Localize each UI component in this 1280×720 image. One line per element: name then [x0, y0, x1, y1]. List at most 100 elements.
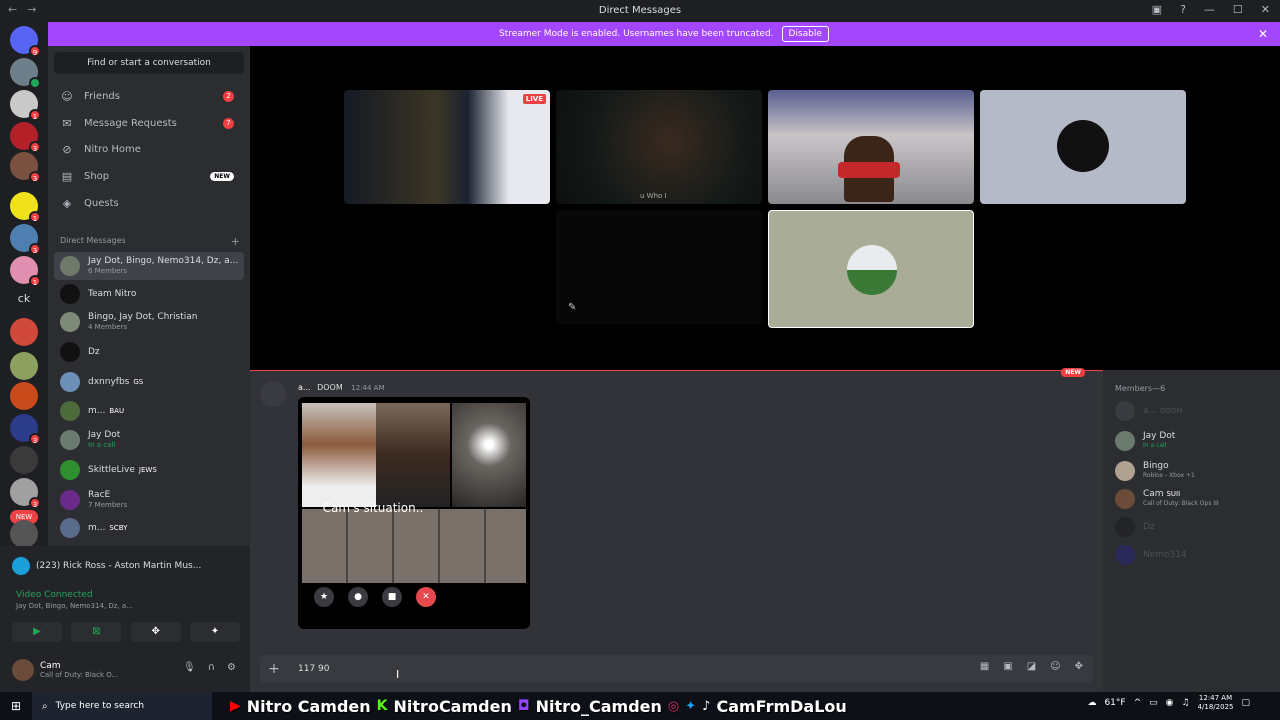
member-item[interactable]: Nemo314 [1115, 542, 1275, 568]
dm-item[interactable]: Bingo, Jay Dot, Christian 4 Members [54, 308, 244, 336]
message-composer[interactable]: + 117 90 ▦ ▣ ◪ ☺ ✥ [260, 655, 1093, 683]
voice-status[interactable]: Video Connected Jay Dot, Bingo, Nemo314,… [16, 590, 133, 610]
composer-input[interactable]: 117 90 [298, 664, 330, 674]
sticker-icon[interactable]: ◪ [1027, 661, 1036, 672]
video-tile[interactable]: u Who I [556, 90, 762, 204]
dm-item[interactable]: Team Nitro [54, 280, 244, 308]
gif-icon[interactable]: ▣ [1003, 661, 1012, 672]
nav-item-nitro-home[interactable]: ⊘ Nitro Home [54, 137, 244, 161]
close-window-icon[interactable]: ✕ [1261, 3, 1270, 16]
message-author[interactable]: a... [298, 383, 311, 392]
settings-gear-icon[interactable]: ⚙ [227, 662, 236, 673]
help-icon[interactable]: ? [1180, 3, 1186, 16]
dm-item[interactable]: Jay Dot In a call [54, 426, 244, 454]
user-panel[interactable]: Cam Call of Duty: Black O... 🎙 ∩ ⚙ [12, 656, 240, 684]
overlay-youtube-handle: Nitro Camden [246, 696, 371, 716]
weather-temp[interactable]: 61°F [1104, 698, 1125, 708]
headphones-icon[interactable]: ∩ [208, 662, 215, 673]
close-banner-icon[interactable]: ✕ [1258, 27, 1268, 41]
server-icon[interactable] [10, 382, 38, 410]
apps-icon[interactable]: ✥ [1075, 661, 1083, 672]
server-icon[interactable]: 1 [10, 90, 41, 121]
dm-sub: 6 Members [88, 267, 128, 275]
dm-name: dxnnyfbs [88, 377, 130, 387]
muted-mic-icon: ✎ [568, 302, 577, 313]
avatar[interactable] [260, 381, 286, 407]
microphone-icon[interactable]: 🎙 [183, 662, 196, 673]
server-icon[interactable]: 1 [10, 192, 41, 223]
server-icon[interactable] [10, 318, 38, 346]
server-icon[interactable]: 3 [10, 122, 41, 153]
nav-item-quests[interactable]: ◈ Quests [54, 191, 244, 215]
member-item[interactable]: Dz [1115, 514, 1275, 540]
nav-item-shop[interactable]: ▤ Shop NEW [54, 164, 244, 188]
new-messages-pill[interactable]: NEW [1061, 368, 1085, 377]
avatar [60, 256, 80, 276]
weather-icon[interactable]: ☁ [1087, 698, 1096, 708]
minimize-icon[interactable]: — [1204, 3, 1215, 16]
member-name: Cam [1143, 489, 1164, 499]
dm-sidebar: Find or start a conversation ☺ Friends 2… [48, 46, 250, 546]
find-conversation-button[interactable]: Find or start a conversation [54, 52, 244, 74]
dm-item[interactable]: Jay Dot, Bingo, Nemo314, Dz, a... 6 Membe… [54, 252, 244, 280]
server-icon[interactable] [10, 58, 41, 89]
screenshare-button[interactable]: ⊠ [71, 622, 122, 642]
activity-button[interactable]: ✥ [130, 622, 181, 642]
maximize-icon[interactable]: ☐ [1233, 3, 1243, 16]
taskbar-search[interactable]: ⌕ Type here to search [32, 692, 212, 720]
member-item[interactable]: Jay Dot In a call [1115, 428, 1275, 454]
dm-item[interactable]: Dz [54, 338, 244, 366]
emoji-icon[interactable]: ☺ [1050, 661, 1060, 672]
server-icon[interactable]: 3 [10, 224, 41, 255]
member-item[interactable]: Bingo Roblox - Xbox +1 [1115, 458, 1275, 484]
taskbar-clock[interactable]: 12:47 AM 4/18/2025 [1198, 694, 1234, 712]
window-titlebar: ← → Direct Messages ▣ ? — ☐ ✕ [0, 0, 1280, 22]
server-icon[interactable]: 3 [10, 478, 41, 509]
member-item[interactable]: a... DOOM [1115, 398, 1275, 424]
network-icon[interactable]: ◉ [1166, 698, 1174, 708]
discord-home-icon[interactable]: 9 [10, 26, 41, 57]
avatar-tile[interactable] [768, 210, 974, 328]
server-icon[interactable]: 3 [10, 152, 41, 183]
create-dm-plus-icon[interactable]: + [231, 235, 240, 248]
inbox-icon[interactable]: ▣ [1152, 3, 1162, 16]
clan-tag: GS [133, 378, 144, 386]
video-tile[interactable] [768, 90, 974, 204]
nav-item-label: Quests [84, 197, 119, 209]
dm-item[interactable]: m... SCBY [54, 514, 244, 542]
avatar-tile[interactable] [980, 90, 1186, 204]
message-image-attachment[interactable]: Cam's situation.. ★ ● ■ ✕ [298, 397, 530, 629]
nav-item-friends[interactable]: ☺ Friends 2 [54, 84, 244, 108]
server-icon[interactable] [10, 352, 38, 380]
server-icon[interactable]: 1 [10, 256, 41, 287]
taskbar-search-placeholder: Type here to search [55, 701, 145, 711]
dm-item[interactable]: dxnnyfbs GS [54, 368, 244, 396]
system-tray: ☁ 61°F ^ ▭ ◉ ♫ 12:47 AM 4/18/2025 ▢ [1087, 694, 1250, 712]
screenshare-tile[interactable]: LIVE [344, 90, 550, 204]
volume-icon[interactable]: ♫ [1182, 698, 1190, 708]
dm-name: RacE [88, 490, 111, 500]
dm-sub: In a call [88, 441, 116, 449]
server-icon[interactable]: 3 [10, 414, 41, 445]
server-icon[interactable] [10, 446, 38, 474]
avatar [60, 460, 80, 480]
video-tile[interactable]: ✎ [556, 210, 762, 324]
notifications-icon[interactable]: ▢ [1241, 698, 1250, 708]
windows-start-icon[interactable]: ⊞ [0, 699, 32, 713]
server-icon[interactable] [10, 520, 38, 548]
member-item[interactable]: Cam SUII Call of Duty: Black Ops III [1115, 486, 1275, 512]
nav-item-message-requests[interactable]: ✉ Message Requests 7 [54, 111, 244, 135]
gift-icon[interactable]: ▦ [980, 661, 989, 672]
dm-item[interactable]: m... BAU [54, 397, 244, 425]
dm-item[interactable]: SkittleLive JEWS [54, 456, 244, 484]
battery-icon[interactable]: ▭ [1149, 698, 1158, 708]
disable-button[interactable]: Disable [781, 26, 829, 42]
dm-item[interactable]: RacE 7 Members [54, 486, 244, 514]
soundboard-button[interactable]: ✦ [189, 622, 240, 642]
member-name: Dz [1143, 522, 1155, 532]
camera-button[interactable]: ▶ [12, 622, 62, 642]
tray-chevron-icon[interactable]: ^ [1134, 698, 1142, 708]
attach-plus-icon[interactable]: + [260, 661, 288, 677]
server-ck-label[interactable]: ck [10, 292, 38, 305]
now-playing-activity[interactable]: (223) Rick Ross - Aston Martin Mus... [12, 554, 240, 578]
